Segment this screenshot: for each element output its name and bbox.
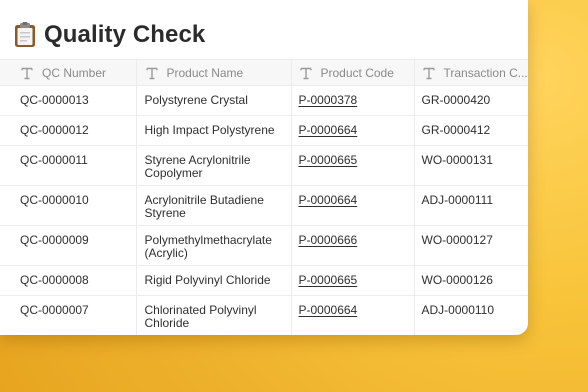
column-header-product-code[interactable]: Product Code	[291, 59, 415, 86]
product-code-link[interactable]: P-0000378	[299, 93, 358, 107]
qc-number-cell: QC-0000013	[0, 85, 137, 116]
table-row[interactable]: QC-0000012 High Impact Polystyrene P-000…	[0, 115, 528, 146]
transaction-code-cell: WO-0000127	[414, 225, 528, 266]
qc-number-cell: QC-0000008	[0, 265, 137, 296]
transaction-code-cell: WO-0000131	[414, 145, 528, 186]
qc-number-cell: QC-0000009	[0, 225, 137, 266]
page-header: Quality Check	[14, 18, 205, 52]
transaction-code-cell: ADJ-0000111	[414, 185, 528, 226]
table-row[interactable]: QC-0000007 Chlorinated Polyvinyl Chlorid…	[0, 295, 528, 335]
text-property-icon	[21, 67, 33, 79]
clipboard-icon	[14, 22, 36, 48]
transaction-code-cell: WO-0000126	[414, 265, 528, 296]
column-header-label: QC Number	[42, 65, 107, 80]
table-row[interactable]: QC-0000008 Rigid Polyvinyl Chloride P-00…	[0, 265, 528, 296]
text-property-icon	[145, 67, 158, 79]
column-header-qc-number[interactable]: QC Number	[0, 59, 137, 86]
product-code-link[interactable]: P-0000665	[299, 273, 358, 287]
qc-number-cell: QC-0000011	[0, 145, 137, 186]
product-name-cell: Rigid Polyvinyl Chloride	[136, 265, 292, 296]
transaction-code-cell: ADJ-0000110	[414, 295, 528, 335]
qc-table: QC Number Product Name Product Code Tran…	[0, 59, 528, 335]
column-header-product-name[interactable]: Product Name	[136, 59, 292, 86]
product-name-cell: Polystyrene Crystal	[136, 85, 292, 116]
column-header-label: Product Name	[166, 65, 244, 80]
column-header-transaction-code[interactable]: Transaction C...	[414, 59, 528, 86]
text-property-icon	[422, 67, 435, 79]
column-header-label: Product Code	[320, 65, 394, 80]
table-row[interactable]: QC-0000011 Styrene Acrylonitrile Copolym…	[0, 145, 528, 186]
product-code-link[interactable]: P-0000664	[299, 193, 358, 207]
text-property-icon	[299, 67, 312, 79]
product-name-cell: Acrylonitrile Butadiene Styrene	[136, 185, 292, 226]
qc-number-cell: QC-0000010	[0, 185, 137, 226]
table-header-row: QC Number Product Name Product Code Tran…	[0, 59, 528, 86]
qc-number-cell: QC-0000007	[0, 295, 137, 335]
column-header-label: Transaction C...	[443, 65, 528, 80]
product-code-link[interactable]: P-0000665	[299, 153, 358, 167]
transaction-code-cell: GR-0000412	[414, 115, 528, 146]
table-row[interactable]: QC-0000013 Polystyrene Crystal P-0000378…	[0, 85, 528, 116]
product-code-link[interactable]: P-0000664	[299, 303, 358, 317]
product-name-cell: High Impact Polystyrene	[136, 115, 292, 146]
product-name-cell: Chlorinated Polyvinyl Chloride	[136, 295, 292, 335]
table-row[interactable]: QC-0000010 Acrylonitrile Butadiene Styre…	[0, 185, 528, 226]
database-card: Quality Check QC Number Product Name Pro…	[0, 0, 528, 335]
page-title: Quality Check	[44, 21, 206, 48]
table-row[interactable]: QC-0000009 Polymethylmethacrylate (Acryl…	[0, 225, 528, 266]
transaction-code-cell: GR-0000420	[414, 85, 528, 116]
product-code-link[interactable]: P-0000664	[299, 123, 358, 137]
qc-number-cell: QC-0000012	[0, 115, 137, 146]
product-name-cell: Styrene Acrylonitrile Copolymer	[136, 145, 292, 186]
product-code-link[interactable]: P-0000666	[299, 233, 358, 247]
product-name-cell: Polymethylmethacrylate (Acrylic)	[136, 225, 292, 266]
